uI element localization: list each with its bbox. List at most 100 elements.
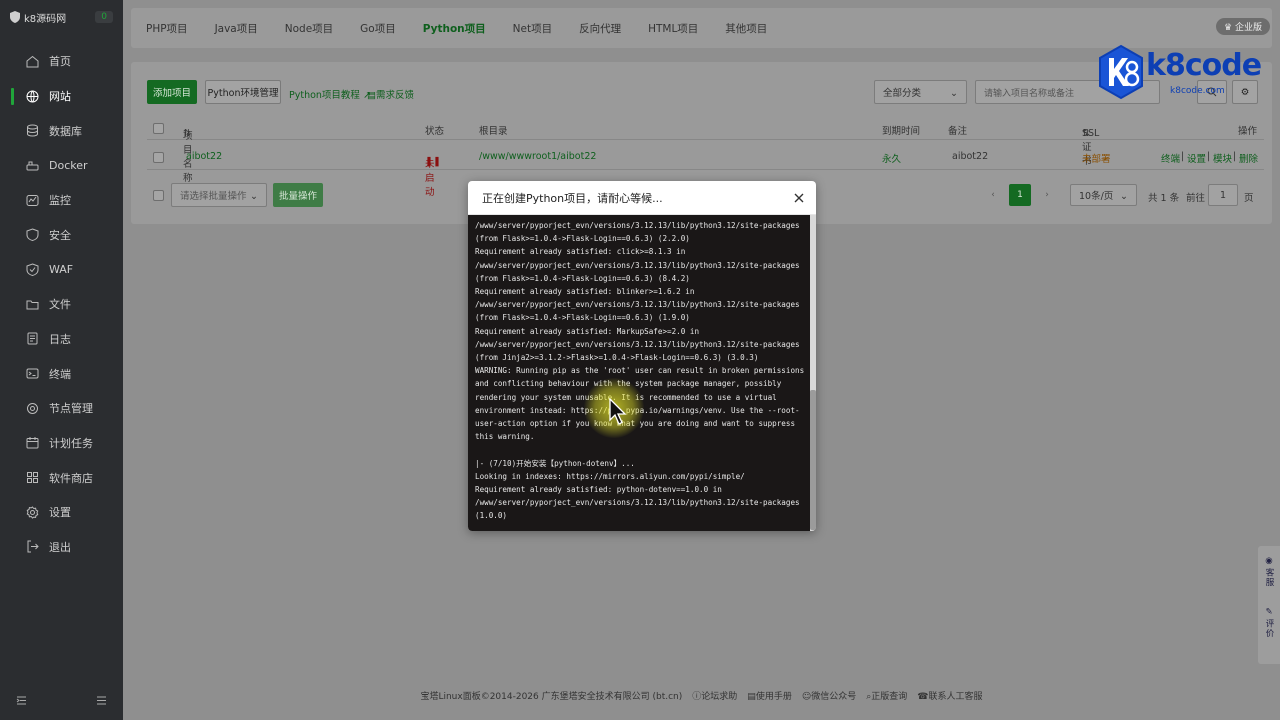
tab-6[interactable]: 反向代理 [579,21,621,36]
create-project-modal: 正在创建Python项目，请耐心等候... /www/server/pyporj… [468,181,816,531]
footer-support-link[interactable]: ☎联系人工客服 [917,689,982,702]
tab-5[interactable]: Net项目 [513,21,552,36]
search-placeholder: 请输入项目名称或备注 [984,88,1075,99]
sidebar-item-8[interactable]: 日志 [0,322,123,357]
feedback-label: 需求反馈 [375,90,414,101]
add-project-button[interactable]: 添加项目 [147,80,197,104]
console-scrollbar[interactable] [810,215,816,531]
install-log-console[interactable]: /www/server/pyporject_evn/versions/3.12.… [468,215,816,531]
batch-checkbox[interactable] [153,190,164,201]
ssl-status[interactable]: 未部署 [1082,151,1111,165]
k8-logo-icon [1099,44,1143,100]
tutorial-link[interactable]: Python项目教程 ↗ [289,87,371,101]
root-dir-link[interactable]: /www/wwwroot1/aibot22 [479,151,596,162]
enterprise-label: 企业版 [1234,23,1262,33]
sidebar-item-label: 软件商店 [49,471,93,485]
per-page-select[interactable]: 10条/页 ⌄ [1070,184,1137,206]
tab-0[interactable]: PHP项目 [146,21,188,36]
crown-icon: ♛ [1224,23,1235,33]
sidebar-item-label: WAF [49,262,74,276]
sidebar-item-0[interactable]: 首页 [0,44,123,79]
enterprise-badge[interactable]: ♛ 企业版 [1216,18,1270,35]
waf-icon [26,263,39,276]
batch-select[interactable]: 请选择批量操作 ⌄ [171,183,267,207]
note-value[interactable]: aibot22 [952,151,988,162]
sidebar-item-7[interactable]: 文件 [0,287,123,322]
console-line: Requirement already satisfied: MarkupSaf… [475,326,700,336]
batch-button[interactable]: 批量操作 [273,183,323,207]
sidebar-item-4[interactable]: 监控 [0,183,123,218]
footer-verify-link[interactable]: ⌕正版查询 [866,689,907,702]
close-icon[interactable] [792,191,806,205]
console-line: |- (7/10)开始安装【python-dotenv】... [475,458,635,468]
tab-7[interactable]: HTML项目 [648,21,698,36]
footer-wechat-link[interactable]: ☺微信公众号 [802,689,856,702]
op-separator: | [1233,151,1237,162]
project-name-link[interactable]: aibot22 [186,151,222,162]
sidebar-nav: 首页 网站 数据库 Docker 监控安全 WAF 文件 日志终端节点管理 计划任务软件商店设置… [0,44,123,564]
sidebar-item-2[interactable]: 数据库 [0,113,123,148]
folder-icon [26,300,39,310]
op-separator: | [1207,151,1211,162]
sidebar-item-9[interactable]: 终端 [0,356,123,391]
sidebar-item-label: 安全 [49,228,71,242]
chevron-down-icon: ⌄ [250,191,258,202]
store-icon [27,472,38,484]
op-modules[interactable]: 模块 [1213,151,1232,165]
feedback-link[interactable]: ▤需求反馈 [367,87,414,101]
tab-2[interactable]: Node项目 [285,21,333,36]
expire-value[interactable]: 永久 [882,151,901,165]
help-icon: ⓘ [692,692,702,702]
console-line: rendering your system unusable. It is re… [475,392,777,402]
goto-input[interactable]: 1 [1208,184,1238,206]
console-line: /www/server/pyporject_evn/versions/3.12.… [475,339,800,349]
sidebar-item-10[interactable]: 节点管理 [0,391,123,426]
footer-wechat-label: 微信公众号 [811,692,857,702]
next-page-button[interactable]: › [1036,184,1058,206]
python-env-button[interactable]: Python环境管理 [205,80,281,104]
row-checkbox[interactable] [153,152,164,163]
sidebar-item-13[interactable]: 设置 [0,495,123,530]
notification-count[interactable]: 0 [95,11,113,23]
tab-8[interactable]: 其他项目 [725,21,767,36]
tutorial-label: Python项目教程 [289,90,360,101]
sidebar-item-label: 终端 [49,367,71,381]
console-line: Requirement already satisfied: python-do… [475,485,722,495]
sidebar-item-5[interactable]: 安全 [0,217,123,252]
sidebar-item-12[interactable]: 软件商店 [0,460,123,495]
headset-icon: ◉ [1265,556,1273,566]
sidebar-item-3[interactable]: Docker [0,148,123,183]
menu-icon[interactable] [96,695,107,706]
tab-4[interactable]: Python项目 [423,21,486,36]
sidebar-item-14[interactable]: 退出 [0,530,123,565]
console-line: Requirement already satisfied: blinker>=… [475,287,695,297]
console-line: (from Flask>=1.0.4->Flask-Login==0.6.3) … [475,234,690,244]
footer-manual-link[interactable]: ▤使用手册 [747,689,792,702]
footer-forum-link[interactable]: ⓘ论坛求助 [692,689,737,702]
rate-button[interactable]: ✎ 评价 [1263,607,1275,638]
sidebar-item-6[interactable]: WAF [0,252,123,287]
page-1-button[interactable]: 1 [1009,184,1031,206]
logo[interactable]: k8源码网 0 [0,0,123,34]
prev-page-button[interactable]: ‹ [982,184,1004,206]
watermark-url: k8code.com [1170,86,1225,96]
select-all-checkbox[interactable] [153,123,164,134]
batch-select-placeholder: 请选择批量操作 [180,191,247,202]
edit-icon: ✎ [1265,607,1273,617]
scrollbar-thumb[interactable] [810,390,816,530]
category-select[interactable]: 全部分类 ⌄ [874,80,967,104]
collapse-icon[interactable] [16,695,27,706]
op-terminal[interactable]: 终端 [1161,151,1180,165]
modal-title: 正在创建Python项目，请耐心等候... [468,181,816,215]
op-settings[interactable]: 设置 [1187,151,1206,165]
op-delete[interactable]: 删除 [1239,151,1258,165]
sidebar-item-1[interactable]: 网站 [0,79,123,114]
customer-service-button[interactable]: ◉ 客服 [1263,556,1275,587]
sidebar-item-label: 监控 [49,194,71,208]
sidebar-item-11[interactable]: 计划任务 [0,426,123,461]
console-line: (from Jinja2>=3.1.2->Flask>=1.0.4->Flask… [475,353,759,363]
tab-1[interactable]: Java项目 [215,21,258,36]
terminal-icon [26,368,39,379]
tab-3[interactable]: Go项目 [360,21,396,36]
